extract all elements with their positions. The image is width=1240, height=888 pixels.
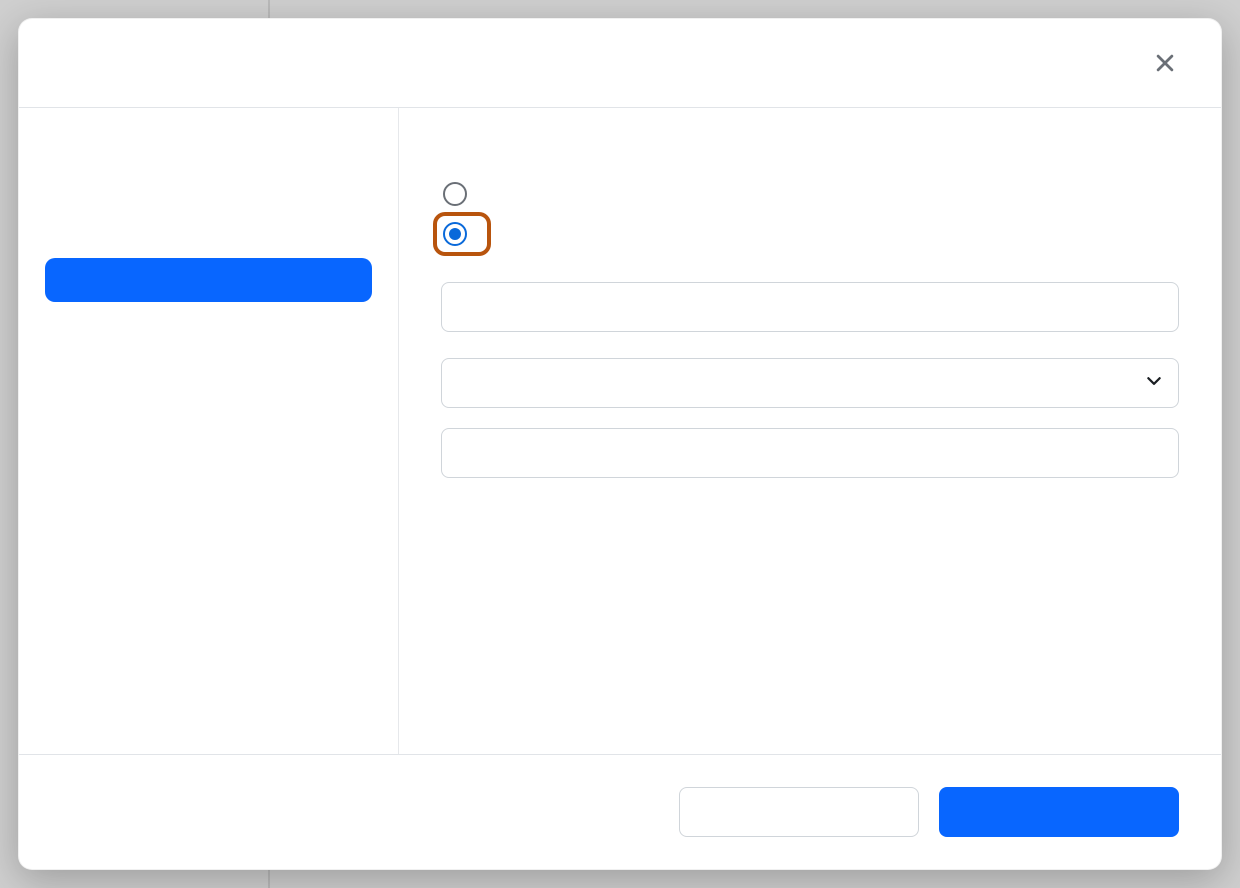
email-input[interactable] xyxy=(441,428,1179,478)
cancel-button[interactable] xyxy=(679,787,919,837)
sidebar-item-remote[interactable] xyxy=(45,138,372,182)
radio-local-config[interactable] xyxy=(433,212,491,256)
radio-global-config[interactable] xyxy=(441,176,1179,212)
close-button[interactable] xyxy=(1151,49,1179,77)
email-select-wrapper xyxy=(441,358,1179,408)
sidebar-item-git-config[interactable] xyxy=(45,258,372,302)
name-input[interactable] xyxy=(441,282,1179,332)
repository-settings-modal xyxy=(18,18,1222,870)
sidebar xyxy=(19,108,399,754)
radio-icon xyxy=(443,222,467,246)
modal-body xyxy=(19,108,1221,754)
radio-icon xyxy=(443,182,467,206)
save-button[interactable] xyxy=(939,787,1179,837)
sidebar-item-ignored-files[interactable] xyxy=(45,198,372,242)
radio-dot-icon xyxy=(449,228,461,240)
content-pane xyxy=(399,108,1221,754)
modal-header xyxy=(19,19,1221,108)
modal-footer xyxy=(19,754,1221,869)
close-icon xyxy=(1154,52,1176,74)
email-select[interactable] xyxy=(441,358,1179,408)
